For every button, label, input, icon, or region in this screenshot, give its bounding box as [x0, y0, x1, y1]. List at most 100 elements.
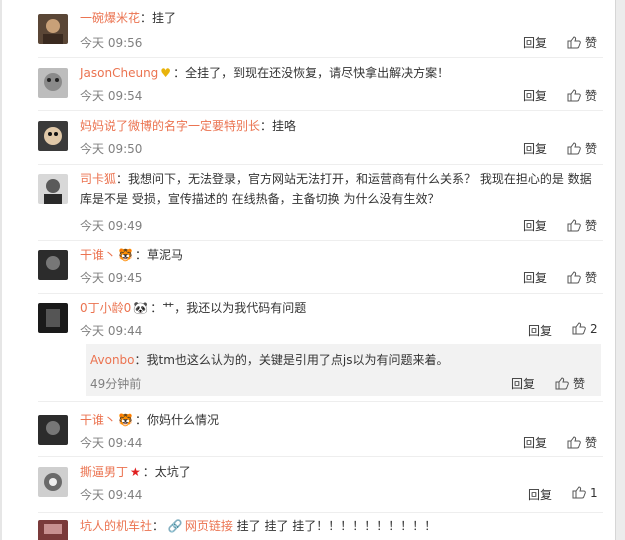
username-link[interactable]: 一碗爆米花	[80, 11, 140, 25]
comment-text: 挂咯	[272, 119, 297, 133]
colon: ：	[134, 413, 147, 427]
sub-reply-line: Avonbo：我tm也这么认为的，关键是引用了点js以为有问题来着。	[90, 350, 449, 370]
colon: ：	[142, 465, 155, 479]
colon: ：	[173, 66, 186, 80]
comment-item: 坑人的机车社： 🔗 网页链接 挂了 挂了 挂了！！！！！！！！！！	[0, 513, 615, 540]
reply-button[interactable]: 回复	[523, 140, 547, 157]
colon: ：	[150, 301, 163, 315]
heart-badge-icon: ♥	[160, 66, 172, 80]
tiger-badge-icon: 🐯	[118, 248, 133, 262]
sub-reply-text: 我tm也这么认为的，关键是引用了点js以为有问题来着。	[146, 353, 449, 367]
sub-reply-timestamp: 49分钟前	[90, 377, 142, 391]
reply-button[interactable]: 回复	[523, 34, 547, 51]
username-link[interactable]: 妈妈说了微博的名字一定要特别长	[80, 119, 260, 133]
like-button[interactable]: 2	[572, 322, 598, 338]
avatar[interactable]	[38, 174, 68, 204]
thumbs-up-icon	[567, 36, 581, 52]
comment-item: 干谁丶 🐯 ：草泥马 今天 09:45 回复 赞	[0, 241, 615, 293]
timestamp: 今天 09:44	[80, 324, 143, 338]
colon: ：	[260, 119, 273, 133]
comment-text: 我想问下，无法登录，官方网站无法打开，和运营商有什么关系？ 我现在担心的是 数据…	[80, 172, 592, 206]
comment-item: 撕逼男丁 ★ ：太坑了 今天 09:44 回复 1	[0, 457, 615, 509]
avatar[interactable]	[38, 415, 68, 445]
web-link[interactable]: 网页链接	[185, 519, 233, 533]
like-button[interactable]: 1	[572, 486, 598, 502]
sub-reply-reply-button[interactable]: 回复	[511, 375, 535, 392]
like-label: 赞	[585, 219, 598, 233]
like-label: 赞	[585, 89, 598, 103]
like-button[interactable]: 赞	[567, 140, 597, 158]
scrollbar-track[interactable]	[615, 0, 625, 540]
comment-text: 挂了 挂了 挂了！！！！！！！！！！	[232, 519, 437, 533]
username-link[interactable]: 撕逼男丁	[80, 465, 128, 479]
avatar[interactable]	[38, 68, 68, 98]
comment-item: 0丁小龄0 🐼 ：艹，我还以为我代码有问题 今天 09:44 回复 2	[0, 294, 615, 346]
colon: ：	[134, 248, 147, 262]
username-link[interactable]: 司卡狐	[80, 172, 116, 186]
avatar[interactable]	[38, 303, 68, 333]
colon: ：	[134, 353, 147, 367]
like-count: 2	[590, 322, 598, 336]
comment-text: 草泥马	[146, 248, 183, 262]
timestamp: 今天 09:50	[80, 142, 143, 156]
thumbs-up-icon	[567, 89, 581, 105]
like-label: 赞	[573, 377, 586, 391]
comment-item: JasonCheung ♥ ：全挂了，到现在还没恢复，请尽快拿出解决方案！ 今天 0…	[0, 58, 615, 110]
comment-line: 撕逼男丁 ★ ：太坑了	[80, 462, 615, 482]
comment-text: 艹，我还以为我代码有问题	[162, 301, 307, 315]
like-button[interactable]: 赞	[567, 269, 597, 287]
comment-line: 干谁丶 🐯 ：你妈什么情况	[80, 410, 615, 430]
avatar[interactable]	[38, 467, 68, 497]
avatar[interactable]	[38, 14, 68, 44]
comment-line: 0丁小龄0 🐼 ：艹，我还以为我代码有问题	[80, 298, 615, 318]
sub-reply-username-link[interactable]: Avonbo	[90, 353, 135, 367]
comment-line: 一碗爆米花：挂了	[80, 8, 615, 28]
tiger-badge-icon: 🐯	[118, 413, 133, 427]
comment-item: 司卡狐：我想问下，无法登录，官方网站无法打开，和运营商有什么关系？ 我现在担心的…	[0, 165, 615, 241]
colon: ：	[116, 172, 129, 186]
thumbs-up-icon	[567, 219, 581, 235]
reply-button[interactable]: 回复	[523, 217, 547, 234]
like-label: 赞	[585, 142, 598, 156]
like-button[interactable]: 赞	[567, 34, 597, 52]
comment-item: 干谁丶 🐯 ：你妈什么情况 今天 09:44 回复 赞	[0, 402, 615, 454]
timestamp: 今天 09:44	[80, 436, 143, 450]
thumbs-up-icon	[555, 377, 569, 393]
like-button[interactable]: 赞	[567, 434, 597, 452]
username-link[interactable]: JasonCheung	[80, 66, 158, 80]
thumbs-up-icon	[572, 322, 586, 338]
avatar[interactable]	[38, 121, 68, 151]
reply-button[interactable]: 回复	[528, 486, 552, 503]
reply-button[interactable]: 回复	[528, 322, 552, 339]
like-count: 1	[590, 486, 598, 500]
comment-item: 妈妈说了微博的名字一定要特别长：挂咯 今天 09:50 回复 赞	[0, 111, 615, 163]
reply-button[interactable]: 回复	[523, 434, 547, 451]
comment-line: 司卡狐：我想问下，无法登录，官方网站无法打开，和运营商有什么关系？ 我现在担心的…	[80, 169, 600, 209]
comment-text: 太坑了	[154, 465, 191, 479]
timestamp: 今天 09:45	[80, 271, 143, 285]
timestamp: 今天 09:56	[80, 36, 143, 50]
like-label: 赞	[585, 36, 598, 50]
comment-line: 坑人的机车社： 🔗 网页链接 挂了 挂了 挂了！！！！！！！！！！	[80, 516, 615, 536]
sub-reply-like-button[interactable]: 赞	[555, 375, 585, 393]
link-icon: 🔗	[167, 519, 183, 533]
like-label: 赞	[585, 436, 598, 450]
username-link[interactable]: 干谁丶	[80, 248, 116, 262]
avatar[interactable]	[38, 250, 68, 280]
colon: ：	[152, 519, 165, 533]
comment-text: 挂了	[152, 11, 177, 25]
thumbs-up-icon	[567, 436, 581, 452]
username-link[interactable]: 0丁小龄0	[80, 301, 131, 315]
panda-badge-icon: 🐼	[133, 301, 149, 315]
reply-button[interactable]: 回复	[523, 87, 547, 104]
comment-text: 你妈什么情况	[146, 413, 219, 427]
avatar[interactable]	[38, 520, 68, 540]
like-button[interactable]: 赞	[567, 217, 597, 235]
timestamp: 今天 09:44	[80, 488, 143, 502]
username-link[interactable]: 干谁丶	[80, 413, 116, 427]
thumbs-up-icon	[567, 142, 581, 158]
reply-button[interactable]: 回复	[523, 269, 547, 286]
username-link[interactable]: 坑人的机车社	[80, 519, 152, 533]
sub-reply-box: Avonbo：我tm也这么认为的，关键是引用了点js以为有问题来着。 49分钟前…	[86, 344, 601, 396]
like-button[interactable]: 赞	[567, 87, 597, 105]
